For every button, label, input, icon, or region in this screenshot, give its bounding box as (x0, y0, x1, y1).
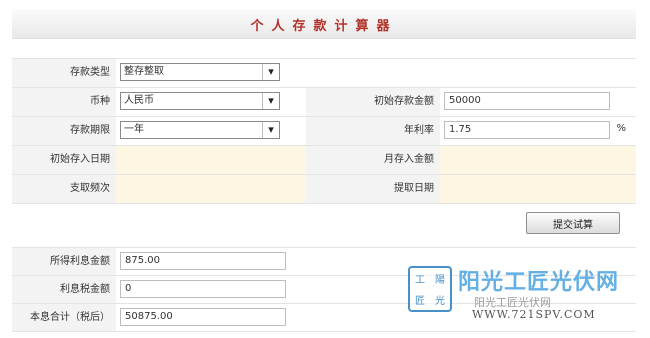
form-row: 初始存入日期 月存入金额 (12, 146, 636, 175)
deposit-type-select[interactable]: 整存整取 ▾ (120, 63, 280, 81)
term-cell: 一年 ▾ (116, 117, 306, 145)
total-cell: 50875.00 (116, 304, 290, 331)
interest-tax-label: 利息税金额 (12, 276, 116, 303)
empty-value (440, 59, 636, 87)
monthly-amount-field[interactable] (440, 146, 636, 174)
monthly-amount-label: 月存入金额 (306, 146, 440, 174)
term-select[interactable]: 一年 ▾ (120, 121, 280, 139)
form-row: 币种 人民币 ▾ 初始存款金额 50000 (12, 88, 636, 117)
submit-button[interactable]: 提交试算 (526, 212, 620, 234)
results-table: 所得利息金额 875.00 利息税金额 0 本息合计（税后） 50875.00 (12, 247, 636, 332)
total-output: 50875.00 (120, 308, 286, 326)
term-label: 存款期限 (12, 117, 116, 145)
initial-amount-input[interactable]: 50000 (444, 92, 610, 110)
form-row: 支取频次 提取日期 (12, 175, 636, 204)
result-row: 所得利息金额 875.00 (12, 248, 636, 276)
interest-tax-cell: 0 (116, 276, 290, 303)
percent-unit: % (616, 123, 626, 134)
annual-rate-label: 年利率 (306, 117, 440, 145)
interest-cell: 875.00 (116, 248, 290, 275)
currency-cell: 人民币 ▾ (116, 88, 306, 116)
start-date-label: 初始存入日期 (12, 146, 116, 174)
page-title: 个人存款计算器 (250, 18, 398, 34)
initial-amount-cell: 50000 (440, 88, 636, 116)
withdraw-date-field[interactable] (440, 175, 636, 203)
deposit-type-label: 存款类型 (12, 59, 116, 87)
currency-value: 人民币 (124, 95, 154, 106)
withdraw-date-label: 提取日期 (306, 175, 440, 203)
chevron-down-icon[interactable]: ▾ (262, 93, 279, 109)
submit-area: 提交试算 (526, 212, 620, 234)
withdraw-freq-label: 支取频次 (12, 175, 116, 203)
interest-label: 所得利息金额 (12, 248, 116, 275)
annual-rate-input[interactable]: 1.75 (444, 121, 610, 139)
calculator-title-bar: 个人存款计算器 (12, 10, 636, 39)
start-date-field[interactable] (116, 146, 306, 174)
annual-rate-cell: 1.75 % (440, 117, 636, 145)
initial-amount-label: 初始存款金额 (306, 88, 440, 116)
total-label: 本息合计（税后） (12, 304, 116, 331)
interest-tax-output: 0 (120, 280, 286, 298)
result-row: 本息合计（税后） 50875.00 (12, 304, 636, 332)
interest-output: 875.00 (120, 252, 286, 270)
currency-select[interactable]: 人民币 ▾ (120, 92, 280, 110)
deposit-type-value: 整存整取 (124, 66, 164, 77)
deposit-type-cell: 整存整取 ▾ (116, 59, 306, 87)
empty-label (306, 59, 440, 87)
currency-label: 币种 (12, 88, 116, 116)
result-row: 利息税金额 0 (12, 276, 636, 304)
chevron-down-icon[interactable]: ▾ (262, 64, 279, 80)
deposit-form: 存款类型 整存整取 ▾ 币种 人民币 ▾ 初始存款金额 50000 存款期限 一… (12, 58, 636, 204)
form-row: 存款期限 一年 ▾ 年利率 1.75 % (12, 117, 636, 146)
withdraw-freq-field[interactable] (116, 175, 306, 203)
chevron-down-icon[interactable]: ▾ (262, 122, 279, 138)
term-value: 一年 (124, 124, 144, 135)
form-row: 存款类型 整存整取 ▾ (12, 59, 636, 88)
